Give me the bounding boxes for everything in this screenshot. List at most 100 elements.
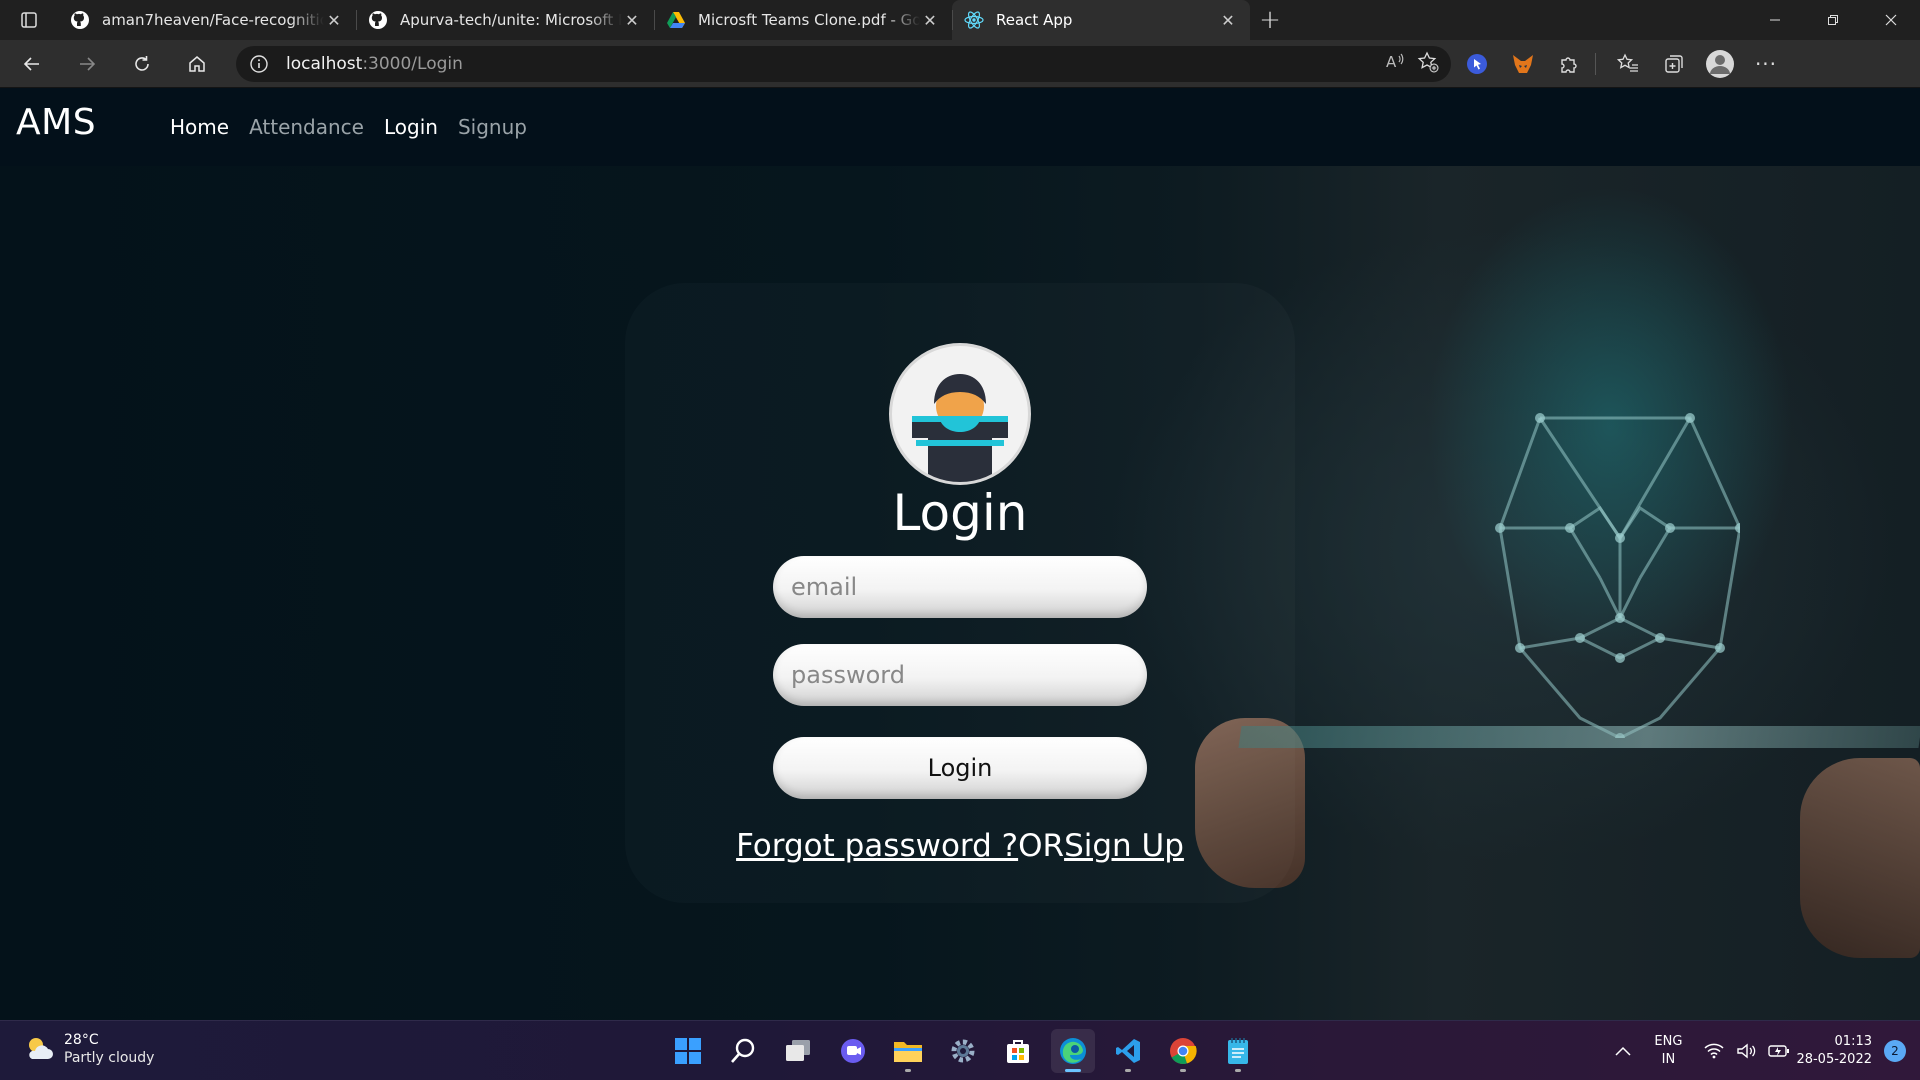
collections-button[interactable]	[1654, 46, 1694, 82]
user-avatar-icon	[912, 374, 1008, 482]
edge-browser-button[interactable]	[1051, 1029, 1095, 1073]
start-button[interactable]	[666, 1029, 710, 1073]
nav-link-attendance[interactable]: Attendance	[249, 115, 364, 139]
browser-tab-4[interactable]: React App ✕	[952, 0, 1250, 40]
sign-up-link[interactable]: Sign Up	[1064, 828, 1184, 864]
minimize-button[interactable]	[1746, 0, 1804, 40]
forward-button[interactable]	[67, 46, 107, 82]
show-hidden-icons-button[interactable]	[1614, 1045, 1632, 1057]
system-tray: ENG IN 01:13 28-05-2022 2	[1608, 1021, 1920, 1080]
profile-avatar-icon	[1706, 49, 1734, 78]
microsoft-store-button[interactable]	[996, 1029, 1040, 1073]
address-bar[interactable]: localhost:3000/Login A	[236, 45, 1451, 82]
browser-tab-2[interactable]: Apurva-tech/unite: Microsoft Eng ✕	[356, 0, 654, 40]
address-actions: A	[1385, 50, 1439, 77]
wifi-status[interactable]	[1704, 1043, 1724, 1059]
more-options-icon: ···	[1754, 51, 1778, 76]
notepad-button[interactable]	[1216, 1029, 1260, 1073]
browser-tab-1[interactable]: aman7heaven/Face-recognition: ✕	[58, 0, 356, 40]
search-button[interactable]	[721, 1029, 765, 1073]
running-indicator	[1065, 1069, 1081, 1072]
weather-description: Partly cloudy	[64, 1050, 155, 1066]
puzzle-icon	[1561, 56, 1577, 73]
tab-title: aman7heaven/Face-recognition:	[102, 11, 324, 29]
close-window-button[interactable]	[1862, 0, 1920, 40]
restore-button[interactable]	[1804, 0, 1862, 40]
close-icon[interactable]: ✕	[920, 10, 940, 30]
edge-icon	[1060, 1038, 1086, 1064]
close-icon[interactable]: ✕	[622, 10, 642, 30]
masked-user-avatar	[889, 343, 1031, 485]
extension-metamask-button[interactable]	[1503, 46, 1543, 82]
site-info-icon[interactable]	[248, 53, 270, 75]
gear-icon	[951, 1039, 975, 1063]
close-icon[interactable]: ✕	[1218, 10, 1238, 30]
react-icon	[964, 10, 984, 30]
home-button[interactable]	[177, 46, 217, 82]
task-view-button[interactable]	[776, 1029, 820, 1073]
forgot-password-link[interactable]: Forgot password ?	[736, 828, 1018, 864]
browser-tab-3[interactable]: Microsft Teams Clone.pdf - Goog ✕	[654, 0, 952, 40]
home-icon	[189, 55, 205, 72]
extensions-button[interactable]	[1549, 46, 1589, 82]
tab-title: React App	[996, 11, 1073, 29]
running-indicator	[905, 1069, 911, 1072]
back-button[interactable]	[12, 46, 52, 82]
new-tab-button[interactable]: +	[1250, 0, 1290, 40]
refresh-button[interactable]	[122, 46, 162, 82]
running-indicator	[1235, 1069, 1241, 1072]
brand-logo-text[interactable]: AMS	[16, 102, 96, 143]
arrow-left-icon	[23, 56, 39, 71]
add-favorite-icon[interactable]	[1417, 50, 1439, 77]
favorites-icon	[1617, 52, 1638, 72]
file-explorer-button[interactable]	[886, 1029, 930, 1073]
battery-charging-icon	[1768, 1045, 1790, 1057]
input-language-indicator[interactable]: ENG IN	[1654, 1033, 1682, 1069]
login-title: Login	[892, 484, 1028, 542]
taskbar-clock[interactable]: 01:13 28-05-2022	[1796, 1033, 1872, 1069]
chrome-button[interactable]	[1161, 1029, 1205, 1073]
fox-icon	[1513, 54, 1533, 73]
web-page: AMS Home Attendance Login Signup Login L…	[0, 88, 1920, 1020]
teams-chat-button[interactable]	[831, 1029, 875, 1073]
tab-title: Microsft Teams Clone.pdf - Goog	[698, 11, 920, 29]
auth-links-row: Forgot password ?ORSign Up	[0, 828, 1920, 864]
region-code: IN	[1661, 1052, 1676, 1067]
password-input[interactable]	[773, 644, 1147, 706]
favorites-button[interactable]	[1608, 46, 1648, 82]
weather-temperature: 28°C	[64, 1032, 99, 1048]
profile-button[interactable]	[1700, 46, 1740, 82]
extension-cursor-button[interactable]	[1457, 46, 1497, 82]
tab-actions-icon	[21, 12, 37, 28]
settings-menu-button[interactable]: ···	[1746, 46, 1786, 82]
volume-status[interactable]	[1736, 1043, 1756, 1059]
window-controls	[1746, 0, 1920, 40]
email-input[interactable]	[773, 556, 1147, 618]
chrome-icon	[1170, 1038, 1197, 1065]
settings-button[interactable]	[941, 1029, 985, 1073]
vscode-button[interactable]	[1106, 1029, 1150, 1073]
notification-center-badge[interactable]: 2	[1884, 1040, 1906, 1062]
nav-link-home[interactable]: Home	[170, 115, 229, 139]
lang-code: ENG	[1654, 1034, 1683, 1049]
tab-actions-button[interactable]	[0, 0, 58, 40]
site-navbar: AMS Home Attendance Login Signup	[0, 88, 1920, 166]
browser-tab-strip: aman7heaven/Face-recognition: ✕ Apurva-t…	[0, 0, 1920, 40]
notepad-icon	[1228, 1038, 1248, 1064]
wifi-icon	[1704, 1043, 1724, 1059]
vscode-icon	[1116, 1039, 1140, 1063]
taskbar-app-icons	[666, 1029, 1260, 1073]
battery-status[interactable]	[1768, 1044, 1790, 1058]
read-aloud-icon[interactable]: A	[1385, 51, 1407, 77]
tablet-illustration	[1238, 726, 1920, 748]
weather-widget[interactable]: 28°C Partly cloudy	[24, 1031, 154, 1067]
collections-icon	[1665, 54, 1683, 73]
task-view-icon	[786, 1040, 810, 1061]
login-button[interactable]: Login	[773, 737, 1147, 799]
nav-link-signup[interactable]: Signup	[458, 115, 527, 139]
or-separator: OR	[1018, 828, 1065, 864]
nav-links: Home Attendance Login Signup	[170, 115, 527, 139]
nav-link-login[interactable]: Login	[384, 115, 438, 139]
close-icon[interactable]: ✕	[324, 10, 344, 30]
browser-toolbar: localhost:3000/Login A ···	[0, 40, 1920, 88]
